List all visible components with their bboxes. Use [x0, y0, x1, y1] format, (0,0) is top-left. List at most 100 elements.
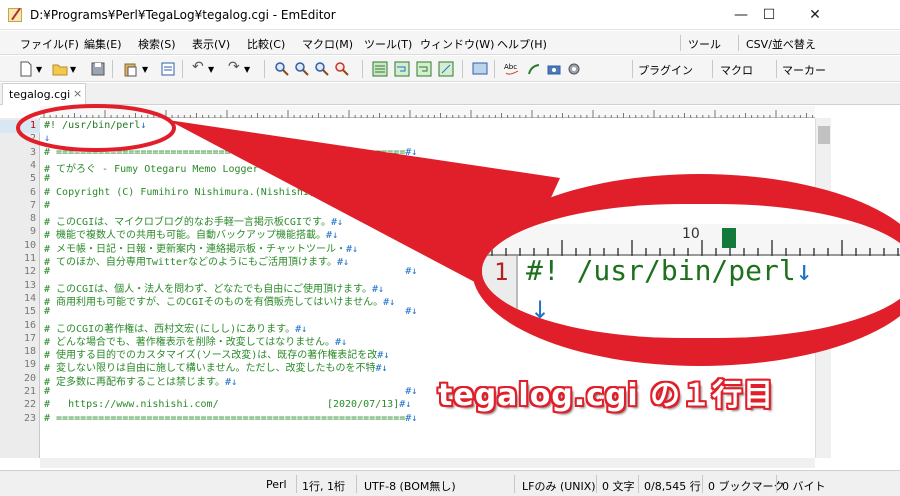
zoom-eol-mark: ↓ [795, 254, 813, 287]
open-dropdown-chevron-icon[interactable]: ▼ [70, 65, 86, 81]
status-encoding[interactable]: UTF-8 (BOM無し) [364, 478, 456, 494]
menu-edit[interactable]: 編集(E) [84, 36, 122, 52]
plugins-toolbar-label[interactable]: プラグイン [638, 62, 693, 78]
tab-label: tegalog.cgi [9, 88, 71, 101]
menu-search[interactable]: 検索(S) [138, 36, 176, 52]
code-line[interactable]: # Copyright (C) Fumihiro Nishimura.(Nish… [44, 187, 405, 198]
wrap-window-icon[interactable] [394, 61, 410, 77]
paste-icon[interactable] [122, 61, 138, 77]
line-number: 8 [29, 213, 36, 225]
toolbar-separator [462, 60, 463, 78]
code-line[interactable]: # #↓ [44, 266, 417, 277]
replace-icon[interactable] [334, 61, 350, 77]
code-line[interactable]: # #↓ [44, 306, 417, 317]
redo-icon[interactable]: ↷ [228, 59, 244, 75]
menu-separator [738, 35, 739, 51]
code-line-text: # https://www.nishishi.com/ [2020/07/13] [44, 399, 400, 411]
line-number: 4 [29, 159, 36, 171]
code-line-text: # ======================================… [44, 412, 406, 424]
spell-check-icon[interactable]: Abc [504, 61, 520, 77]
eol-mark: #↓ [405, 306, 418, 318]
line-number: 11 [23, 253, 36, 264]
run-macro-icon[interactable] [526, 61, 542, 77]
find-icon[interactable] [274, 61, 290, 77]
code-line-text: # [44, 199, 406, 211]
code-line[interactable]: # https://www.nishishi.com/ [2020/07/13]… [44, 399, 411, 410]
paste-dropdown-chevron-icon[interactable]: ▼ [142, 65, 158, 81]
menu-macro[interactable]: マクロ(M) [302, 36, 353, 52]
wrap-chars-icon[interactable] [416, 61, 432, 77]
emeditor-app-icon[interactable] [8, 8, 22, 22]
code-line[interactable]: # #↓ [44, 200, 417, 211]
line-number: 13 [23, 279, 36, 291]
wrap-none-icon[interactable] [372, 61, 388, 77]
new-file-icon[interactable] [18, 61, 34, 77]
code-line[interactable]: # ======================================… [44, 413, 417, 424]
zoom-eol-mark-line2: ↓ [530, 296, 551, 324]
record-macro-icon[interactable] [546, 61, 562, 77]
undo-dropdown-chevron-icon[interactable]: ▼ [208, 65, 224, 81]
open-folder-icon[interactable] [52, 61, 68, 77]
settings-icon[interactable] [566, 61, 582, 77]
status-newline[interactable]: LFのみ (UNIX) [522, 478, 596, 494]
scrollbar-thumb[interactable] [818, 126, 830, 144]
status-language[interactable]: Perl [266, 478, 287, 491]
properties-icon[interactable] [160, 61, 176, 77]
code-line[interactable]: ↓ [44, 133, 50, 144]
line-number: 2 [29, 133, 36, 145]
new-dropdown-chevron-icon[interactable]: ▼ [36, 65, 52, 81]
save-icon[interactable] [90, 61, 106, 77]
menu-separator [680, 35, 681, 51]
column-ruler [40, 106, 815, 118]
callout-caption: tegalog.cgi の１行目 [438, 378, 775, 413]
wrap-page-icon[interactable] [438, 61, 454, 77]
full-screen-icon[interactable] [472, 61, 488, 77]
menu-view[interactable]: 表示(V) [192, 36, 230, 52]
menu-compare[interactable]: 比較(C) [247, 36, 285, 52]
toolbar-menu-tools[interactable]: ツール [688, 36, 721, 52]
tab-close-icon[interactable]: × [73, 87, 82, 100]
macros-toolbar-label[interactable]: マクロ [720, 62, 753, 78]
eol-mark: #↓ [405, 266, 418, 278]
redo-dropdown-chevron-icon[interactable]: ▼ [244, 65, 260, 81]
menu-bar: ファイル(F) 編集(E) 検索(S) 表示(V) 比較(C) マクロ(M) ツ… [0, 31, 900, 55]
horizontal-scrollbar[interactable] [40, 458, 815, 468]
undo-icon[interactable]: ↶ [192, 59, 208, 75]
toolbar-menu-csv-sort[interactable]: CSV/並べ替え [746, 36, 816, 52]
markers-toolbar-label[interactable]: マーカー [782, 62, 826, 78]
code-line[interactable]: # #↓ [44, 173, 417, 184]
code-line[interactable]: #! /usr/bin/perl↓ [44, 120, 146, 131]
window-title: D:¥Programs¥Perl¥TegaLog¥tegalog.cgi - E… [30, 8, 336, 22]
status-cursor-position[interactable]: 1行, 1桁 [302, 478, 345, 494]
menu-help[interactable]: ヘルプ(H) [497, 36, 547, 52]
tab-tegalog-cgi[interactable]: tegalog.cgi × [2, 83, 86, 105]
zoom-line-text: #! /usr/bin/perl↓ [526, 254, 813, 287]
code-line-text: # [44, 386, 406, 397]
line-number: 15 [23, 306, 36, 318]
code-line[interactable]: # #↓ [44, 386, 417, 397]
find-next-icon[interactable] [294, 61, 310, 77]
close-button[interactable]: ✕ [792, 0, 838, 30]
zoom-shebang-text: #! /usr/bin/perl [526, 254, 796, 287]
code-line[interactable]: # ======================================… [44, 147, 417, 158]
eol-mark: #↓ [405, 199, 418, 211]
menu-window[interactable]: ウィンドウ(W) [420, 36, 494, 52]
line-number: 7 [29, 199, 36, 211]
line-number: 6 [29, 186, 36, 198]
status-separator [638, 475, 639, 493]
find-previous-icon[interactable] [314, 61, 330, 77]
title-bar: D:¥Programs¥Perl¥TegaLog¥tegalog.cgi - E… [0, 0, 900, 30]
menu-tools[interactable]: ツール(T) [364, 36, 412, 52]
toolbar-separator [494, 60, 495, 78]
code-line-text: #! /usr/bin/perl [44, 120, 141, 131]
line-number: 10 [23, 239, 36, 251]
document-tab-bar: tegalog.cgi × [0, 83, 900, 105]
eol-mark: ↓ [140, 120, 147, 131]
menu-file[interactable]: ファイル(F) [20, 36, 79, 52]
status-char-count: 0 文字 [602, 480, 635, 493]
line-number: 22 [23, 399, 36, 411]
toolbar-separator [182, 60, 183, 78]
line-number: 17 [23, 332, 36, 344]
line-number-gutter: 1 2 3 4 5 6 7 8 9 10 11 12 13 14 15 16 17 18 19 20 21 22 23 [0, 118, 40, 458]
maximize-button[interactable]: ☐ [746, 0, 792, 30]
